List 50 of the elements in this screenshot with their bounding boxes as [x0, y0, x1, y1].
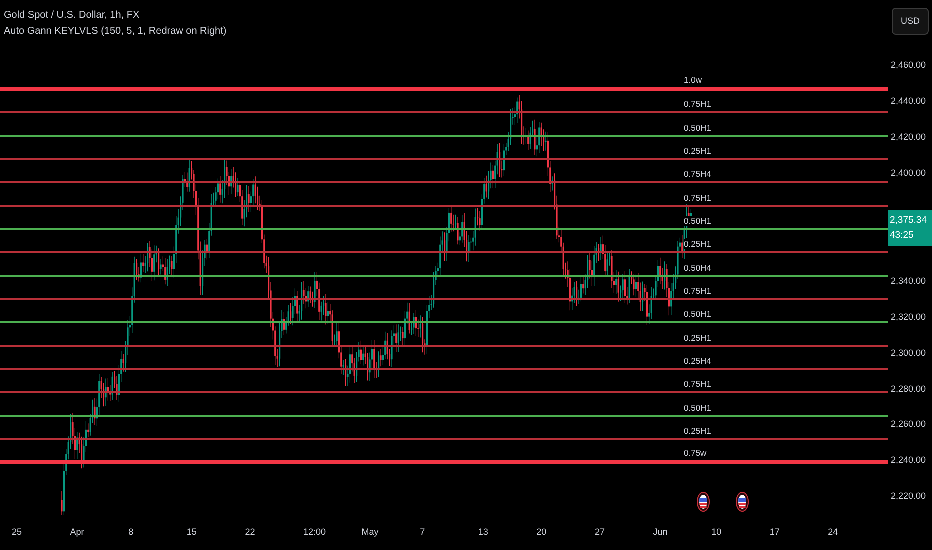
price-tick-label: 2,240.00 [891, 454, 926, 468]
price-tick-label: 2,260.00 [891, 418, 926, 432]
price-tick-label: 2,340.00 [891, 274, 926, 288]
price-tick-label: 2,220.00 [891, 490, 926, 504]
time-axis-label: 7 [420, 526, 426, 539]
price-tick-label: 2,280.00 [891, 382, 926, 396]
time-axis-label: 24 [828, 526, 838, 539]
price-tick-label: 2,460.00 [891, 59, 926, 72]
level-label: 0.75H1 [684, 99, 712, 110]
currency-button[interactable]: USD [892, 8, 929, 35]
price-tick-label: 2,400.00 [891, 166, 926, 180]
level-label: 0.25H1 [684, 239, 712, 250]
level-label: 0.75H1 [684, 286, 712, 296]
time-axis-label: May [362, 526, 379, 539]
time-axis-label: 12:00 [303, 526, 326, 539]
time-axis-label: 25 [12, 526, 22, 539]
level-label: 0.50H1 [684, 216, 712, 226]
price-tick-label: 2,440.00 [891, 94, 926, 108]
time-axis-label: 15 [186, 526, 197, 539]
level-label: 0.50H1 [684, 402, 712, 413]
level-label: 1.0w [684, 74, 702, 85]
level-label: 0.75w [684, 448, 707, 458]
level-label: 0.75H1 [684, 192, 712, 203]
indicator-label: Auto Gann KEYLVLS (150, 5, 1, Redraw on Right) [4, 25, 227, 39]
level-label: 0.50H1 [684, 122, 712, 133]
level-label: 0.75H1 [684, 379, 712, 390]
level-label: 0.50H4 [684, 262, 712, 273]
flag-icon[interactable] [697, 492, 710, 512]
time-axis-label: 10 [712, 526, 722, 539]
price-tick-label: 2,300.00 [891, 346, 926, 360]
level-label: 0.75H4 [684, 169, 712, 180]
price-tick-label: 2,420.00 [891, 130, 926, 144]
chart-title: Gold Spot / U.S. Dollar, 1h, FX [4, 9, 140, 23]
level-label: 0.50H1 [684, 309, 712, 320]
price-tick-label: 2,320.00 [891, 310, 926, 324]
time-axis-label: 17 [770, 526, 780, 539]
time-axis-label: 22 [245, 526, 256, 539]
time-axis-label: Apr [70, 526, 84, 539]
time-axis-label: Jun [653, 526, 668, 539]
level-label: 0.25H1 [684, 332, 712, 343]
level-label: 0.25H1 [684, 426, 712, 436]
countdown-label: 43:25 [890, 228, 914, 243]
time-axis-label: 20 [536, 526, 547, 539]
flag-icon[interactable] [736, 492, 749, 512]
time-axis-label: 27 [594, 526, 605, 539]
current-price-label: 2,375.34 [890, 214, 927, 228]
time-axis-label: 13 [478, 526, 488, 539]
level-label: 0.25H1 [684, 146, 712, 156]
level-label: 0.25H4 [684, 356, 712, 366]
time-axis-label: 8 [128, 526, 134, 539]
